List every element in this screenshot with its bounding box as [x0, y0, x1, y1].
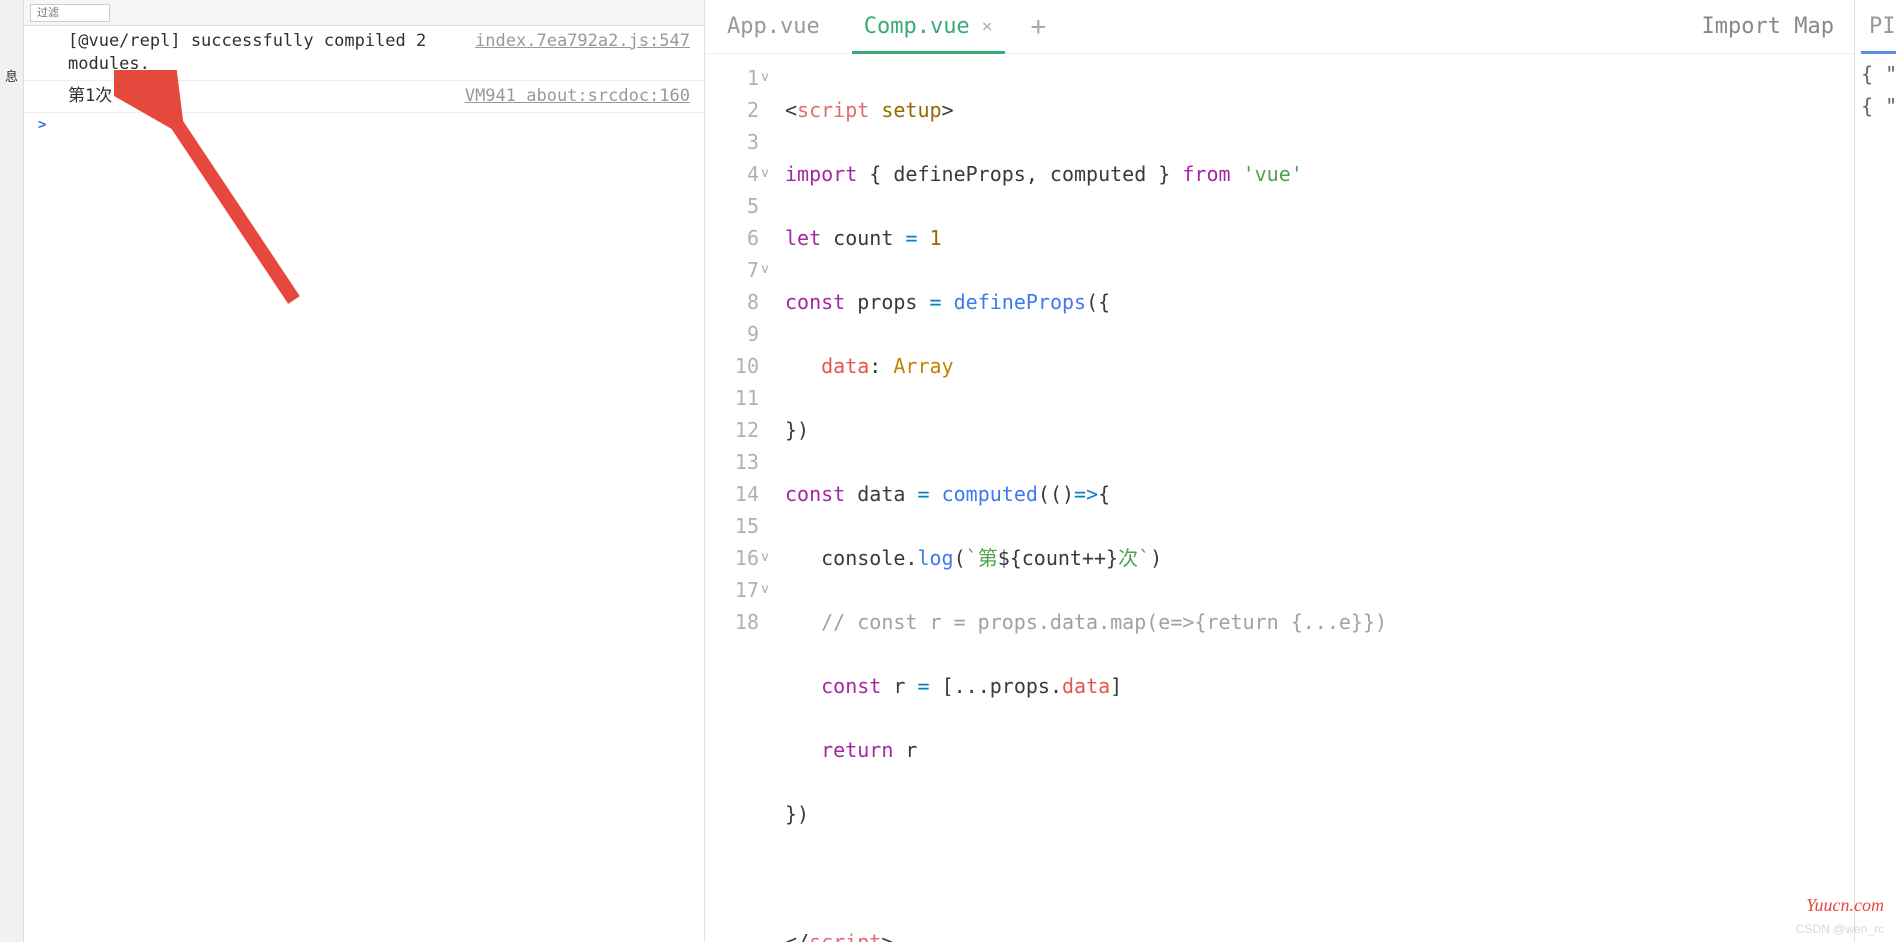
console-log-list: [@vue/repl] successfully compiled 2 modu…: [24, 26, 704, 942]
log-source-link[interactable]: index.7ea792a2.js:547: [475, 30, 690, 76]
add-tab-button[interactable]: +: [1015, 12, 1063, 42]
log-message: 第1次: [68, 85, 465, 108]
tab-app-vue[interactable]: App.vue: [705, 0, 842, 53]
right-line: { ": [1861, 62, 1896, 94]
console-panel: [@vue/repl] successfully compiled 2 modu…: [24, 0, 704, 942]
tab-label: Comp.vue: [864, 14, 970, 39]
log-message: [@vue/repl] successfully compiled 2 modu…: [68, 30, 475, 76]
console-log-row[interactable]: [@vue/repl] successfully compiled 2 modu…: [24, 26, 704, 81]
fold-marker-icon[interactable]: v: [761, 542, 779, 574]
right-tab[interactable]: PI: [1861, 0, 1896, 54]
devtools-sidebar: 息: [0, 0, 24, 942]
watermark: CSDN @wen_rc: [1796, 922, 1884, 936]
editor-tabs: App.vue Comp.vue × + Import Map: [705, 0, 1854, 54]
code-area[interactable]: 123 456 789 101112 131415 161718 v v v v…: [705, 54, 1854, 942]
console-prompt[interactable]: >: [24, 113, 704, 137]
fold-marker-icon[interactable]: v: [761, 574, 779, 606]
chevron-right-icon: >: [38, 117, 46, 133]
fold-gutter: v v v v v: [761, 54, 779, 942]
fold-marker-icon[interactable]: v: [761, 62, 779, 94]
right-preview-pane: PI { " { ": [1854, 0, 1896, 942]
watermark: Yuucn.com: [1806, 895, 1884, 916]
line-number-gutter: 123 456 789 101112 131415 161718: [705, 54, 761, 942]
code-content[interactable]: <script setup> import { defineProps, com…: [779, 54, 1854, 942]
log-source-link[interactable]: VM941 about:srcdoc:160: [465, 85, 690, 108]
tab-comp-vue[interactable]: Comp.vue ×: [842, 0, 1015, 53]
tab-label: App.vue: [727, 14, 820, 39]
console-log-row[interactable]: 第1次 VM941 about:srcdoc:160: [24, 81, 704, 113]
close-icon[interactable]: ×: [982, 16, 993, 37]
sidebar-label: 息: [5, 66, 18, 85]
fold-marker-icon[interactable]: v: [761, 254, 779, 286]
import-map-button[interactable]: Import Map: [1682, 14, 1854, 39]
console-filter-input[interactable]: [30, 4, 110, 22]
fold-marker-icon[interactable]: v: [761, 158, 779, 190]
console-toolbar: [24, 0, 704, 26]
right-line: { ": [1861, 94, 1896, 126]
code-editor-panel: App.vue Comp.vue × + Import Map 123 456 …: [704, 0, 1854, 942]
